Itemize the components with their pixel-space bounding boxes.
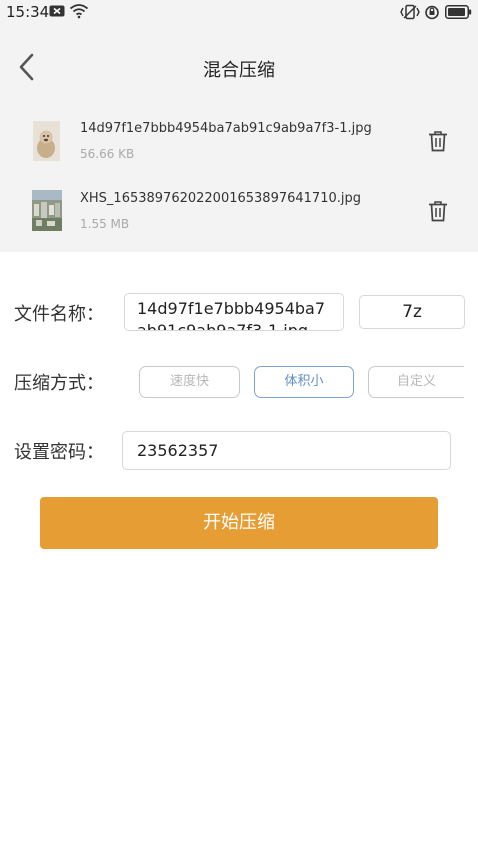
filename-input[interactable]: 14d97f1e7bbb4954ba7ab91c9ab9a7f3-1.jpg <box>124 293 344 331</box>
delete-file-button[interactable] <box>428 200 448 222</box>
file-thumbnail-dog <box>33 121 60 161</box>
format-select[interactable]: 7z <box>359 295 465 329</box>
trash-icon <box>429 201 447 222</box>
wifi-icon <box>69 4 89 19</box>
status-bar: 15:34 <box>0 0 478 26</box>
password-label: 设置密码： <box>14 442 104 463</box>
start-compress-button[interactable]: 开始压缩 <box>40 497 438 549</box>
file-name: XHS_1653897620220016538976417​10.jpg <box>80 191 361 206</box>
trash-icon <box>429 131 447 152</box>
status-time: 15:34 <box>6 3 50 21</box>
notification-x-icon <box>49 5 65 17</box>
battery-icon <box>445 5 472 19</box>
file-size: 1.55 MB <box>80 217 130 231</box>
vibrate-icon <box>400 4 420 20</box>
password-input[interactable]: 23562357 <box>122 431 451 470</box>
alarm-icon <box>425 5 439 20</box>
file-thumbnail-city <box>32 190 62 231</box>
file-item-2: XHS_1653897620220016538976417​10.jpg 1.5… <box>0 190 478 250</box>
file-name: 14d97f1e7bbb4954ba7ab91c9ab9a7f3-1.jpg <box>80 121 372 136</box>
top-area: 15:34 混合压缩 14d97f1e7bbb4954ba7ab91c9ab9a… <box>0 0 478 252</box>
filename-label: 文件名称： <box>14 304 104 325</box>
file-size: 56.66 KB <box>80 147 135 161</box>
mode-speed-button[interactable]: 速度快 <box>139 366 240 398</box>
mode-custom-button[interactable]: 自定义 <box>368 366 464 398</box>
mode-size-button[interactable]: 体积小 <box>254 366 354 398</box>
page-title: 混合压缩 <box>203 60 275 81</box>
file-item-1: 14d97f1e7bbb4954ba7ab91c9ab9a7f3-1.jpg 5… <box>0 120 478 180</box>
compress-mode-label: 压缩方式： <box>14 373 104 394</box>
delete-file-button[interactable] <box>428 130 448 152</box>
